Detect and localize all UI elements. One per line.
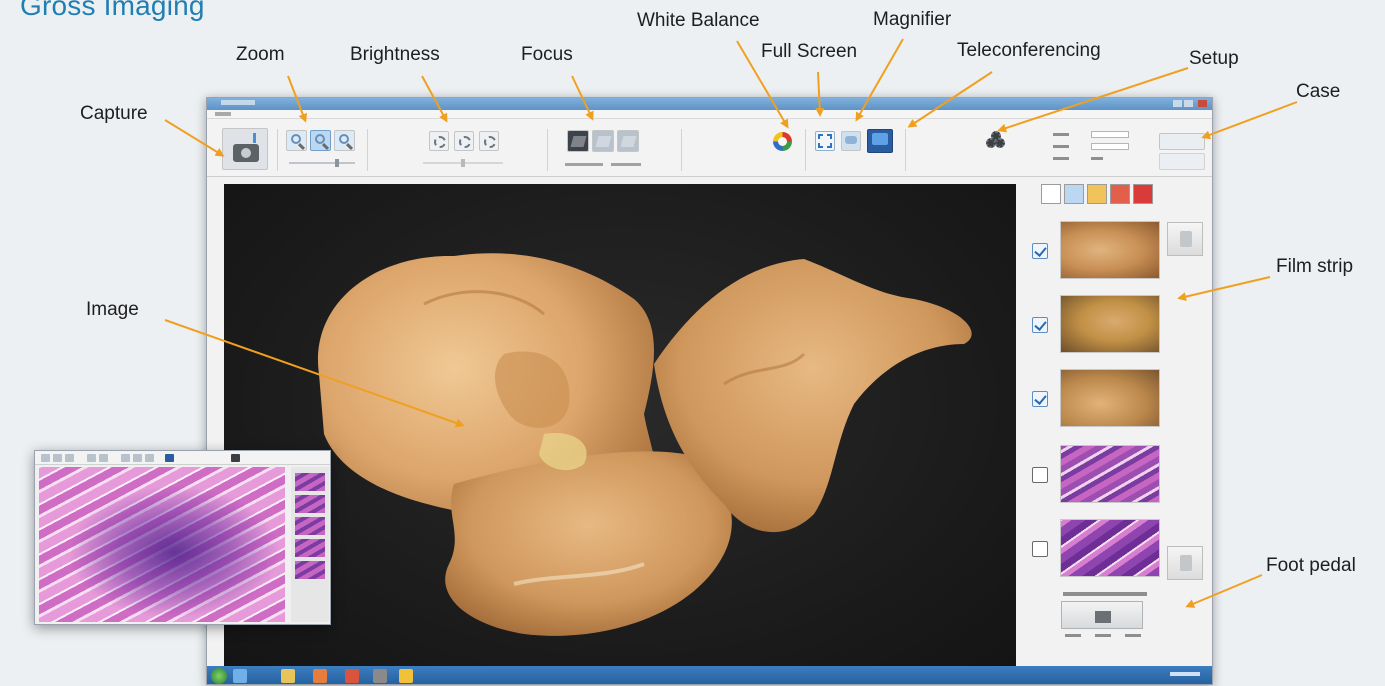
title-bar bbox=[207, 98, 1212, 110]
start-button[interactable] bbox=[211, 668, 227, 684]
monitor-icon bbox=[872, 133, 888, 145]
taskbar-clock bbox=[1170, 672, 1200, 676]
brightness-up-button[interactable] bbox=[479, 131, 499, 151]
focus-auto-icon bbox=[595, 136, 612, 147]
gross-specimen-image bbox=[317, 253, 972, 636]
setup-button[interactable] bbox=[985, 130, 1009, 152]
callout-focus: Focus bbox=[521, 44, 573, 65]
taskbar-folder-icon[interactable] bbox=[281, 669, 295, 683]
film-strip-thumbnail[interactable] bbox=[1060, 369, 1160, 427]
callout-brightness: Brightness bbox=[350, 44, 440, 65]
arrow-down-icon bbox=[1180, 555, 1192, 571]
page-heading: Gross Imaging bbox=[20, 0, 205, 21]
film-strip-item[interactable] bbox=[1027, 295, 1177, 355]
film-strip-view-tabs bbox=[1041, 184, 1161, 206]
view-export-icon[interactable] bbox=[1110, 184, 1130, 204]
histology-image bbox=[39, 467, 285, 622]
color-wheel-icon bbox=[778, 137, 787, 146]
brightness-down-icon bbox=[434, 136, 446, 148]
view-delete-icon[interactable] bbox=[1133, 184, 1153, 204]
callout-setup: Setup bbox=[1189, 48, 1239, 69]
brightness-down-button[interactable] bbox=[429, 131, 449, 151]
maximize-button[interactable] bbox=[1184, 100, 1193, 107]
white-balance-button[interactable] bbox=[773, 132, 792, 151]
app-window bbox=[206, 97, 1213, 685]
film-strip-checkbox[interactable] bbox=[1032, 467, 1048, 483]
taskbar-app-icon[interactable] bbox=[345, 669, 359, 683]
case-dropdown[interactable] bbox=[1091, 143, 1129, 150]
callout-magnifier: Magnifier bbox=[873, 9, 952, 30]
zoom-slider[interactable] bbox=[289, 159, 355, 167]
film-strip-scroll-up-button[interactable] bbox=[1167, 222, 1203, 256]
film-strip-scroll-down-button[interactable] bbox=[1167, 546, 1203, 580]
film-strip-checkbox[interactable] bbox=[1032, 391, 1048, 407]
film-strip-checkbox[interactable] bbox=[1032, 541, 1048, 557]
arrow-case bbox=[1201, 101, 1298, 140]
callout-capture: Capture bbox=[80, 103, 148, 124]
full-screen-button[interactable] bbox=[815, 131, 835, 151]
toolbar bbox=[207, 119, 1212, 177]
view-folder-icon[interactable] bbox=[1087, 184, 1107, 204]
film-strip-thumbnail[interactable] bbox=[1060, 295, 1160, 353]
arrow-up-icon bbox=[1180, 231, 1192, 247]
inset-toolbar bbox=[35, 451, 330, 465]
case-field[interactable] bbox=[1091, 131, 1129, 138]
focus-auto-button[interactable] bbox=[592, 130, 614, 152]
case-secondary-button[interactable] bbox=[1159, 153, 1205, 170]
inset-film-strip bbox=[291, 467, 329, 622]
film-strip-item[interactable] bbox=[1027, 519, 1177, 579]
case-panel bbox=[1053, 131, 1205, 173]
magnifier-button[interactable] bbox=[841, 131, 861, 151]
view-grid-icon[interactable] bbox=[1064, 184, 1084, 204]
brightness-up-icon bbox=[484, 136, 496, 148]
brightness-auto-button[interactable] bbox=[454, 131, 474, 151]
focus-near-icon bbox=[570, 136, 587, 147]
taskbar-app-icon[interactable] bbox=[233, 669, 247, 683]
film-strip-thumbnail[interactable] bbox=[1060, 519, 1160, 577]
focus-near-button[interactable] bbox=[567, 130, 589, 152]
teleconferencing-button[interactable] bbox=[867, 129, 893, 153]
zoom-in-button[interactable] bbox=[334, 130, 355, 151]
close-button[interactable] bbox=[1198, 100, 1207, 107]
film-strip-item[interactable] bbox=[1027, 221, 1177, 281]
brightness-slider[interactable] bbox=[423, 159, 503, 167]
menu-bar bbox=[207, 110, 1212, 119]
film-strip-thumbnail[interactable] bbox=[1060, 445, 1160, 503]
menu-item[interactable] bbox=[215, 112, 231, 116]
pedal-icon bbox=[1095, 611, 1111, 623]
callout-teleconferencing: Teleconferencing bbox=[957, 40, 1101, 61]
brightness-auto-icon bbox=[459, 136, 471, 148]
callout-foot-pedal: Foot pedal bbox=[1266, 555, 1356, 576]
foot-pedal-panel bbox=[1055, 592, 1155, 644]
callout-image: Image bbox=[86, 299, 139, 320]
taskbar-app-icon[interactable] bbox=[399, 669, 413, 683]
film-strip-checkbox[interactable] bbox=[1032, 317, 1048, 333]
film-strip-item[interactable] bbox=[1027, 445, 1177, 505]
capture-button[interactable] bbox=[222, 128, 268, 170]
film-strip-thumbnail[interactable] bbox=[1060, 221, 1160, 279]
callout-full-screen: Full Screen bbox=[761, 41, 858, 62]
callout-white-balance: White Balance bbox=[637, 10, 760, 31]
focus-far-icon bbox=[620, 136, 637, 147]
view-single-icon[interactable] bbox=[1041, 184, 1061, 204]
taskbar-app-icon[interactable] bbox=[373, 669, 387, 683]
taskbar-app-icon[interactable] bbox=[313, 669, 327, 683]
case-button[interactable] bbox=[1159, 133, 1205, 150]
callout-case: Case bbox=[1296, 81, 1341, 102]
taskbar bbox=[207, 666, 1212, 684]
film-strip-checkbox[interactable] bbox=[1032, 243, 1048, 259]
foot-pedal-button[interactable] bbox=[1061, 601, 1143, 629]
film-strip-item[interactable] bbox=[1027, 369, 1177, 429]
image-display[interactable] bbox=[224, 184, 1016, 669]
minimize-button[interactable] bbox=[1173, 100, 1182, 107]
callout-film-strip: Film strip bbox=[1276, 256, 1354, 277]
histology-inset-window bbox=[34, 450, 331, 625]
camera-icon bbox=[233, 144, 259, 162]
focus-far-button[interactable] bbox=[617, 130, 639, 152]
zoom-out-button[interactable] bbox=[286, 130, 307, 151]
zoom-fit-button[interactable] bbox=[310, 130, 331, 151]
magnifier-icon bbox=[845, 136, 857, 144]
callout-zoom: Zoom bbox=[236, 44, 285, 65]
